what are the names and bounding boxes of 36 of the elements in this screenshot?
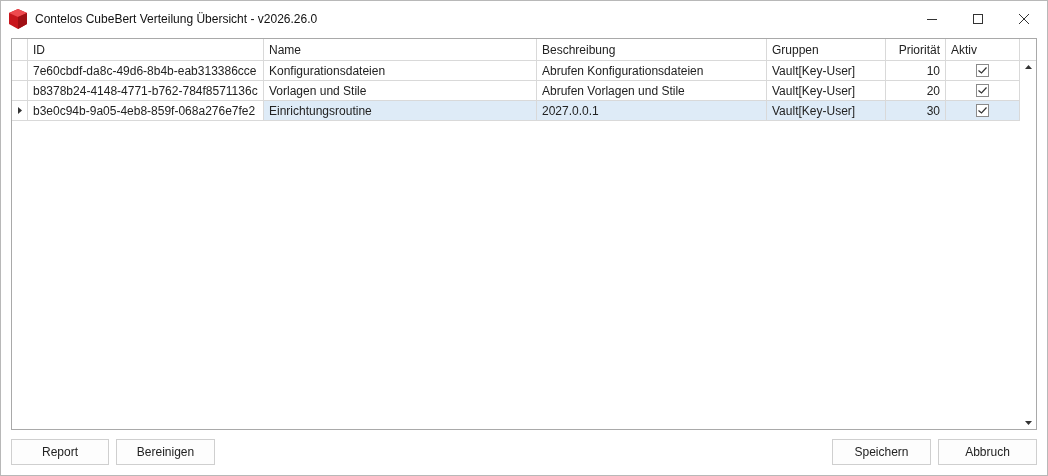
table-cell: b8378b24-4148-4771-b762-784f8571136c: [28, 81, 264, 101]
table-row[interactable]: b3e0c94b-9a05-4eb8-859f-068a276e7fe2 Einrichtungsroutine 2027.0.0.1 Vault[Key-User] 30: [12, 101, 1020, 121]
maximize-icon: [973, 14, 983, 24]
checkbox[interactable]: [976, 64, 989, 77]
table-cell: Konfigurationsdateien: [264, 61, 537, 81]
close-icon: [1019, 14, 1029, 24]
table-cell: 30: [886, 101, 946, 121]
table-cell: Vorlagen und Stile: [264, 81, 537, 101]
checkbox[interactable]: [976, 104, 989, 117]
scroll-up-icon[interactable]: [1024, 65, 1032, 69]
check-icon: [978, 107, 987, 114]
table-cell: Einrichtungsroutine: [264, 101, 537, 121]
table-cell: 7e60cbdf-da8c-49d6-8b4b-eab313386cce: [28, 61, 264, 81]
table-cell: Vault[Key-User]: [767, 101, 886, 121]
cube-icon: [7, 8, 29, 30]
check-icon: [978, 87, 987, 94]
table-cell: Abrufen Konfigurationsdateien: [537, 61, 767, 81]
dialog-button[interactable]: Speichern: [832, 439, 931, 465]
minimize-icon: [927, 18, 937, 20]
window-title: Contelos CubeBert Verteilung Übersicht - v2026.26.0: [35, 11, 318, 28]
scroll-down-icon[interactable]: [1024, 421, 1032, 425]
table-row[interactable]: b8378b24-4148-4771-b762-784f8571136c Vorlagen und Stile Abrufen Vorlagen und Stile Vault[Key-User] 20: [12, 81, 1020, 101]
table-row[interactable]: 7e60cbdf-da8c-49d6-8b4b-eab313386cce Konfigurationsdateien Abrufen Konfigurationsdateien Vault[Key-User] 10: [12, 61, 1020, 81]
dialog-button[interactable]: Bereinigen: [116, 439, 215, 465]
table-cell: 20: [886, 81, 946, 101]
table-cell: 2027.0.0.1: [537, 101, 767, 121]
table-cell: Vault[Key-User]: [767, 81, 886, 101]
dialog-button[interactable]: Abbruch: [938, 439, 1037, 465]
check-icon: [978, 67, 987, 74]
table-cell: Abrufen Vorlagen und Stile: [537, 81, 767, 101]
table-cell: b3e0c94b-9a05-4eb8-859f-068a276e7fe2: [28, 101, 264, 121]
current-row-icon: [17, 107, 22, 114]
checkbox[interactable]: [976, 84, 989, 97]
table-cell: Vault[Key-User]: [767, 61, 886, 81]
dialog-button[interactable]: Report: [11, 439, 109, 465]
table-cell: 10: [886, 61, 946, 81]
